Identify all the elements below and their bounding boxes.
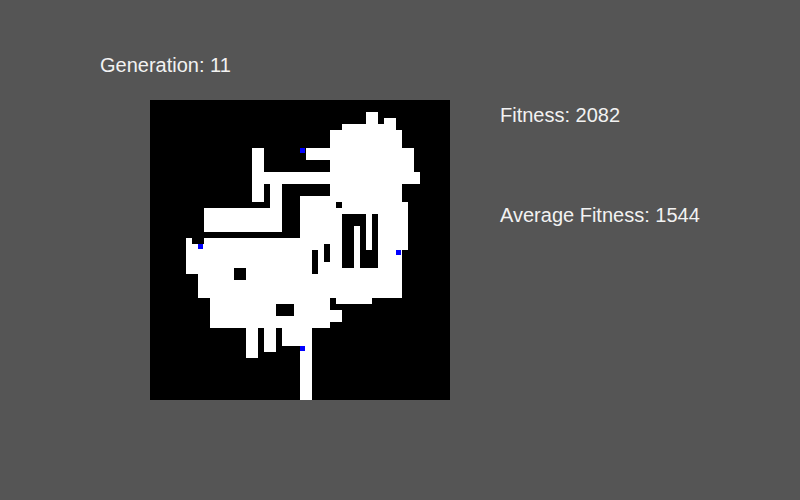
grid-cell (318, 310, 342, 322)
grid-cell (384, 118, 396, 130)
world-canvas (150, 100, 450, 400)
stat-label: Average Fitness: 1544 (500, 202, 700, 228)
grid-cell (300, 328, 312, 400)
agent-icon (300, 346, 305, 351)
simulation-screen: Generation: 11 Fitness: 2082 Average Fitne… (0, 0, 800, 500)
grid-cell (396, 202, 408, 250)
grid-cell (204, 208, 288, 232)
grid-cell (312, 250, 318, 274)
stats-column: Fitness: 2082 Average Fitness: 1544 (500, 52, 700, 500)
grid-cell (234, 268, 246, 280)
generation-label: Generation: 11 (100, 52, 450, 78)
grid-cell (252, 148, 264, 202)
grid-cell (366, 214, 372, 250)
stat-label: Fitness: 2082 (500, 102, 700, 128)
grid-cell (366, 112, 378, 130)
grid-cell (342, 214, 378, 268)
grid-cell (306, 148, 342, 160)
grid-cell (324, 244, 330, 262)
grid-cell (198, 274, 234, 298)
board-column: Generation: 11 (100, 52, 450, 500)
grid-cell (408, 172, 420, 184)
grid-cell (282, 328, 300, 346)
grid-cell (336, 202, 342, 208)
grid-cell (282, 184, 300, 232)
grid-cell (276, 304, 294, 316)
grid-cell (264, 328, 276, 352)
agent-icon (300, 148, 305, 153)
agent-icon (198, 244, 203, 249)
grid-cell (336, 292, 372, 304)
grid-cell (354, 226, 360, 268)
agent-icon (396, 250, 401, 255)
grid-cell (264, 172, 336, 184)
grid-cell (330, 130, 402, 202)
grid-cell (246, 328, 258, 358)
